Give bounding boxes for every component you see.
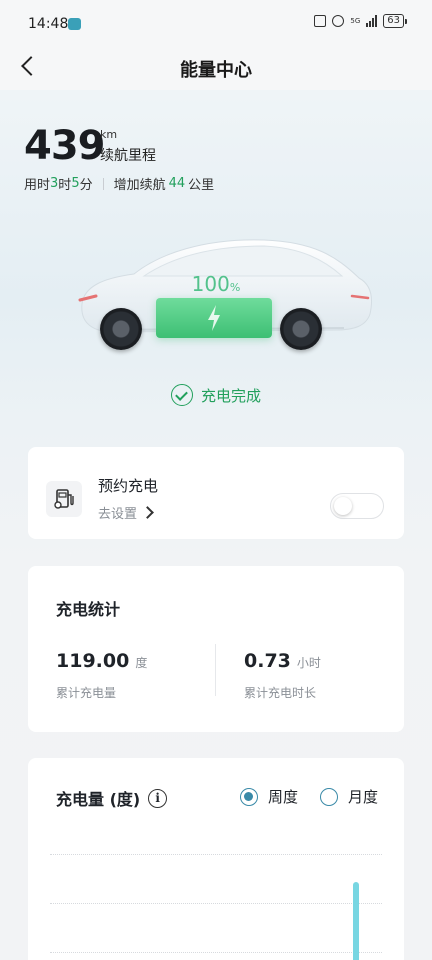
charge-amount-title: 充电量 (度) i — [56, 786, 168, 810]
scheduled-charging-card: 预约充电 去设置 — [28, 447, 404, 539]
radio-unselected-icon — [319, 787, 338, 806]
check-circle-icon — [170, 384, 193, 406]
scheduled-charging-toggle[interactable] — [330, 493, 384, 519]
energy-center-screen: 14:48 5G 63 能量中心 439 km 续航里程 用时 3 时 5 分 … — [0, 0, 432, 960]
total-duration-unit: 小时 — [296, 656, 321, 670]
range-label: 续航里程 — [100, 148, 156, 164]
total-energy-value: 119.00 — [56, 650, 130, 672]
radio-weekly-label: 周度 — [267, 788, 298, 806]
radio-monthly-label: 月度 — [347, 788, 378, 806]
time-prefix: 用时 — [24, 178, 51, 193]
range-value: 439 — [24, 123, 105, 169]
battery-status: 63 — [383, 14, 407, 28]
nav-bar: 能量中心 — [0, 44, 432, 90]
total-duration-stat: 0.73 小时 累计充电时长 — [244, 650, 321, 701]
lightning-bolt-icon — [208, 305, 220, 331]
radio-weekly[interactable]: 周度 — [239, 786, 298, 807]
alarm-icon — [332, 15, 345, 27]
hours-unit: 时 — [58, 178, 72, 193]
chevron-right-icon — [141, 506, 154, 519]
rear-wheel — [280, 308, 322, 350]
range-block: 439 km 续航里程 — [24, 122, 156, 170]
chart-gridline — [50, 952, 382, 953]
radio-selected-icon — [239, 787, 258, 806]
range-unit: km — [100, 128, 118, 141]
charge-summary: 用时 3 时 5 分 增加续航 44 公里 — [24, 174, 214, 193]
chart-bar — [353, 882, 359, 960]
charge-amount-card: 充电量 (度) i 周度 月度 — [28, 758, 404, 960]
minutes-unit: 分 — [79, 178, 93, 193]
added-range-prefix: 增加续航 — [113, 178, 166, 193]
scheduled-charging-title: 预约充电 — [98, 477, 159, 495]
minutes-value: 5 — [71, 176, 80, 191]
divider — [102, 177, 104, 190]
radio-monthly[interactable]: 月度 — [319, 786, 378, 807]
status-icons: 5G 63 — [314, 14, 407, 28]
signal-icon — [366, 15, 378, 27]
charging-stats-title: 充电统计 — [56, 600, 121, 619]
go-settings-link[interactable]: 去设置 — [98, 503, 154, 522]
stat-divider — [215, 644, 216, 696]
go-settings-label: 去设置 — [98, 507, 138, 522]
status-bar: 14:48 5G 63 — [0, 0, 432, 44]
battery-percent-unit: % — [229, 281, 241, 294]
battery-percent: 100% — [0, 272, 432, 296]
battery-percent-value: 100 — [191, 272, 230, 296]
charge-status-text: 充电完成 — [200, 386, 261, 405]
chart-gridline — [50, 903, 382, 904]
chart-gridline — [50, 854, 382, 855]
info-icon[interactable]: i — [148, 788, 168, 808]
front-wheel — [100, 308, 142, 350]
network-type: 5G — [350, 16, 361, 25]
added-range-value: 44 — [168, 176, 186, 191]
total-energy-label: 累计充电量 — [56, 686, 117, 700]
charge-status: 充电完成 — [0, 384, 432, 406]
total-energy-unit: 度 — [135, 656, 148, 670]
total-energy-stat: 119.00 度 累计充电量 — [56, 650, 147, 701]
period-selector: 周度 月度 — [239, 786, 378, 807]
total-duration-label: 累计充电时长 — [244, 686, 317, 700]
status-time: 14:48 — [28, 16, 69, 32]
charge-amount-title-text: 充电量 (度) — [56, 790, 141, 809]
total-duration-value: 0.73 — [244, 650, 291, 672]
added-range-unit: 公里 — [188, 178, 215, 193]
battery-indicator — [156, 298, 272, 338]
page-title: 能量中心 — [180, 60, 252, 81]
charging-station-icon — [46, 481, 82, 517]
nfc-icon — [314, 15, 327, 27]
charging-stats-card: 充电统计 119.00 度 累计充电量 0.73 小时 累计充电时长 — [28, 566, 404, 732]
app-notification-icon — [68, 18, 81, 30]
hours-value: 3 — [50, 176, 59, 191]
